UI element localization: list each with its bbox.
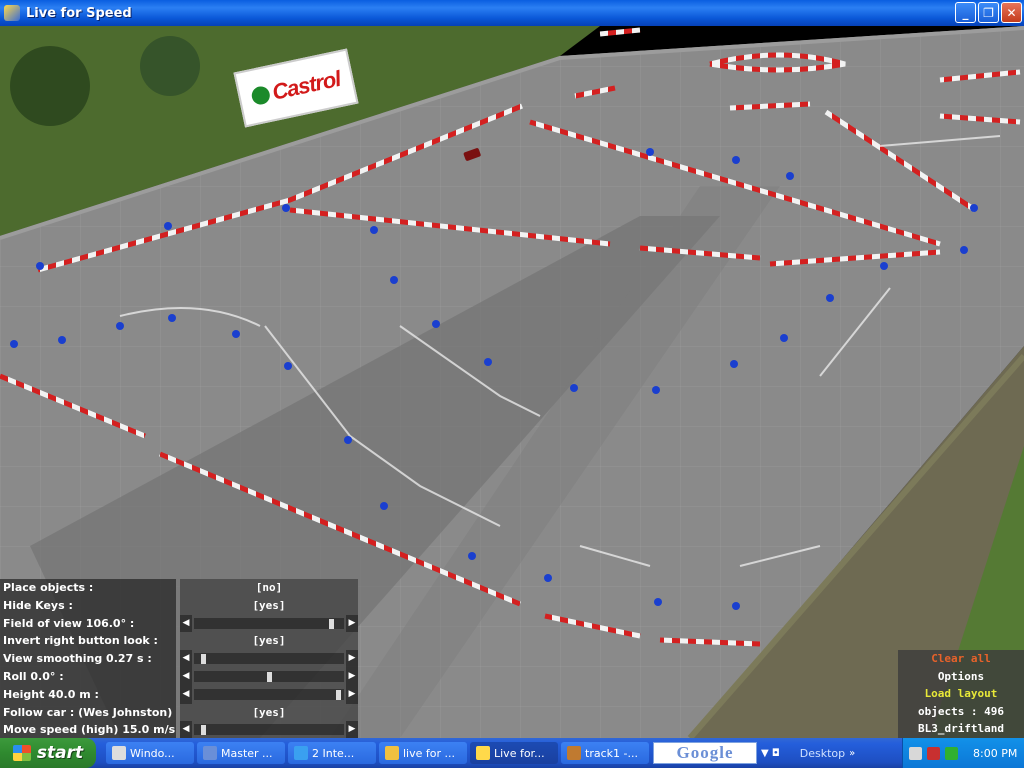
option-row: Invert right button look : [yes] (0, 632, 358, 651)
taskbar: start Windo... Master ... 2 Inte... live fo… (0, 738, 1024, 768)
load-layout-button[interactable]: Load layout (898, 685, 1024, 703)
start-button[interactable]: start (0, 738, 96, 768)
google-toolbar[interactable]: Google (653, 742, 757, 764)
slider-track[interactable] (194, 724, 344, 736)
option-label: Field of view 106.0° : (0, 614, 176, 633)
layout-panel: Clear all Options Load layout objects : … (898, 650, 1024, 738)
option-row: Follow car : (Wes Johnston) [yes] (0, 703, 358, 722)
volume-icon[interactable] (909, 746, 922, 760)
document-icon (203, 746, 217, 760)
objects-count: objects : 496 (898, 702, 1024, 721)
close-icon: ✕ (1006, 5, 1017, 20)
chevron-right-icon[interactable]: » (849, 748, 855, 759)
option-toggle-button[interactable]: [no] (180, 579, 358, 597)
desktop-toolbar[interactable]: Desktop (800, 747, 845, 760)
option-label: Hide Keys : (0, 596, 176, 615)
slider-knob[interactable] (201, 654, 207, 665)
start-label: start (36, 743, 84, 763)
clear-all-button[interactable]: Clear all (898, 650, 1024, 668)
option-toggle-button[interactable]: [yes] (180, 596, 358, 615)
minimize-icon: _ (962, 5, 969, 20)
taskbar-tasks: Windo... Master ... 2 Inte... live for ... L… (106, 742, 649, 764)
taskbar-task-label: live for ... (403, 746, 455, 760)
taskbar-task[interactable]: Master ... (197, 742, 285, 764)
option-slider[interactable]: ◀ ▶ (180, 685, 358, 704)
taskbar-task-label: Master ... (221, 746, 273, 760)
slider-knob[interactable] (266, 671, 272, 682)
taskbar-task[interactable]: live for ... (379, 742, 467, 764)
option-row: Roll 0.0° : ◀ ▶ (0, 667, 358, 686)
taskbar-task[interactable]: Live for... (470, 742, 558, 764)
taskbar-task[interactable]: Windo... (106, 742, 194, 764)
taskbar-task-label: Windo... (130, 746, 175, 760)
slider-left-arrow-icon[interactable]: ◀ (180, 721, 192, 740)
slider-right-arrow-icon[interactable]: ▶ (346, 614, 358, 633)
restore-button[interactable]: ❐ (978, 2, 999, 23)
option-label: View smoothing 0.27 s : (0, 650, 176, 668)
option-slider[interactable]: ◀ ▶ (180, 650, 358, 668)
option-toggle-button[interactable]: [yes] (180, 632, 358, 651)
minimize-button[interactable]: _ (955, 2, 976, 23)
options-button[interactable]: Options (898, 667, 1024, 686)
security-shield-icon[interactable] (927, 746, 940, 760)
slider-left-arrow-icon[interactable]: ◀ (180, 667, 192, 686)
slider-right-arrow-icon[interactable]: ▶ (346, 667, 358, 686)
layout-name: BL3_driftland (898, 720, 1024, 738)
slider-track[interactable] (194, 617, 344, 629)
paint-icon (567, 746, 581, 760)
close-button[interactable]: ✕ (1001, 2, 1022, 23)
taskbar-task-label: track1 -... (585, 746, 638, 760)
option-slider[interactable]: ◀ ▶ (180, 721, 358, 740)
option-label: Move speed (high) 15.0 m/s : (0, 721, 176, 740)
taskbar-task[interactable]: 2 Inte... (288, 742, 376, 764)
option-label: Height 40.0 m : (0, 685, 176, 704)
slider-knob[interactable] (201, 725, 207, 736)
option-slider[interactable]: ◀ ▶ (180, 614, 358, 633)
slider-left-arrow-icon[interactable]: ◀ (180, 614, 192, 633)
slider-right-arrow-icon[interactable]: ▶ (346, 650, 358, 668)
slider-right-arrow-icon[interactable]: ▶ (346, 685, 358, 704)
option-label: Roll 0.0° : (0, 667, 176, 686)
camera-options-panel: Place objects : [no] Hide Keys : [yes] Field… (0, 579, 358, 740)
slider-right-arrow-icon[interactable]: ▶ (346, 721, 358, 740)
clock[interactable]: 8:00 PM (973, 747, 1017, 760)
lfs-app-icon (4, 5, 20, 21)
option-toggle-button[interactable]: [yes] (180, 703, 358, 722)
taskbar-task-label: 2 Inte... (312, 746, 355, 760)
window-icon (112, 746, 126, 760)
taskbar-task[interactable]: track1 -... (561, 742, 649, 764)
google-dropdown-icon[interactable]: ▼ ◘ (761, 748, 780, 759)
slider-track[interactable] (194, 688, 344, 700)
window-titlebar[interactable]: Live for Speed _ ❐ ✕ (0, 0, 1024, 26)
ie-icon (294, 746, 308, 760)
network-icon[interactable] (945, 746, 958, 760)
option-row: Hide Keys : [yes] (0, 596, 358, 615)
folder-icon (385, 746, 399, 760)
option-label: Follow car : (Wes Johnston) (0, 703, 176, 722)
option-row: Place objects : [no] (0, 579, 358, 597)
system-tray: 8:00 PM (902, 738, 1024, 768)
option-slider[interactable]: ◀ ▶ (180, 667, 358, 686)
windows-flag-icon (12, 745, 31, 761)
option-label: Place objects : (0, 579, 176, 597)
window-title: Live for Speed (26, 5, 132, 21)
billboard-text: Castrol (269, 65, 343, 105)
slider-knob[interactable] (328, 618, 334, 629)
taskbar-task-label: Live for... (494, 746, 545, 760)
castrol-logo-icon (250, 84, 272, 107)
slider-left-arrow-icon[interactable]: ◀ (180, 650, 192, 668)
option-row: Height 40.0 m : ◀ ▶ (0, 685, 358, 704)
slider-knob[interactable] (336, 689, 342, 700)
option-label: Invert right button look : (0, 632, 176, 651)
option-row: Field of view 106.0° : ◀ ▶ (0, 614, 358, 633)
slider-track[interactable] (194, 653, 344, 665)
option-row: View smoothing 0.27 s : ◀ ▶ (0, 650, 358, 668)
restore-icon: ❐ (983, 5, 994, 20)
lfs-icon (476, 746, 490, 760)
option-row: Move speed (high) 15.0 m/s : ◀ ▶ (0, 721, 358, 740)
slider-left-arrow-icon[interactable]: ◀ (180, 685, 192, 704)
